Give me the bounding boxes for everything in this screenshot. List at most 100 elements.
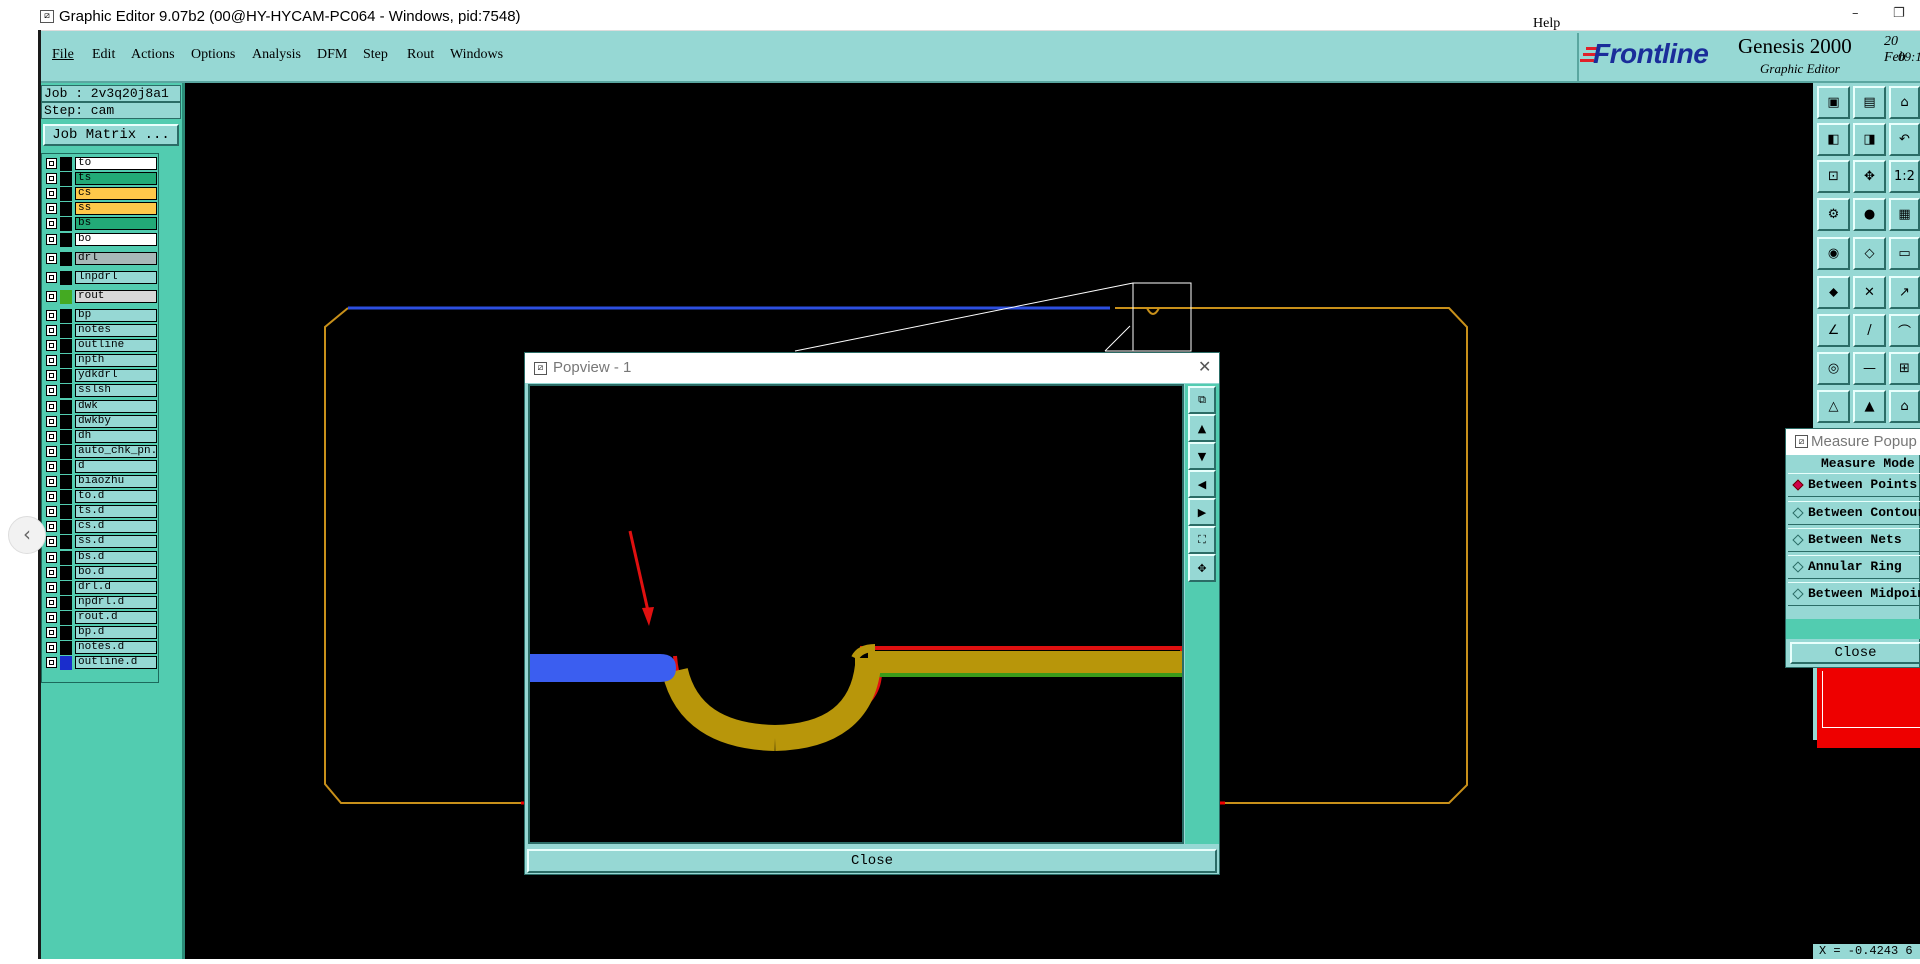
layer-checkbox[interactable] — [46, 325, 57, 336]
delete-icon[interactable]: ✕ — [1853, 276, 1886, 309]
settings-icon[interactable]: ⚙ — [1817, 198, 1850, 231]
measure-option-annular-ring[interactable]: Annular Ring — [1788, 555, 1920, 579]
layer-color-swatch[interactable] — [60, 324, 72, 338]
layer-row[interactable]: ts.d — [46, 505, 161, 520]
layer-color-swatch[interactable] — [60, 505, 72, 520]
layer-name[interactable]: biaozhu — [75, 475, 157, 488]
line-icon[interactable]: / — [1853, 314, 1886, 347]
chevron-left-icon[interactable]: ‹ — [8, 516, 46, 554]
layer-checkbox[interactable] — [46, 536, 57, 548]
fit-icon[interactable]: ⊡ — [1817, 160, 1850, 193]
pan-left-icon[interactable]: ◀ — [1188, 470, 1216, 498]
layer-color-swatch[interactable] — [60, 251, 72, 266]
layer-name[interactable]: drl.d — [75, 580, 157, 594]
zoom-in-icon[interactable]: ◧ — [1817, 123, 1850, 156]
layer-name[interactable]: cs — [75, 187, 157, 201]
popview-close-button[interactable]: Close — [527, 849, 1217, 873]
layer-color-swatch[interactable] — [60, 550, 72, 565]
menu-file[interactable]: File — [52, 47, 74, 63]
layer-color-swatch[interactable] — [60, 414, 72, 429]
layer-color-swatch[interactable] — [60, 384, 72, 399]
layer-checkbox[interactable] — [46, 657, 57, 669]
layer-row[interactable]: bo.d — [46, 565, 161, 580]
layer-name[interactable]: ss.d — [75, 535, 157, 549]
layer-name[interactable]: dwkby — [75, 414, 157, 428]
layer-row[interactable]: drl — [46, 251, 161, 266]
layer-checkbox[interactable] — [46, 385, 57, 397]
layer-checkbox[interactable] — [46, 627, 57, 638]
layer-checkbox[interactable] — [46, 203, 57, 215]
one-to-one-icon[interactable]: 1:2 — [1889, 160, 1920, 193]
layer-row[interactable]: bp — [46, 308, 161, 323]
layer-row[interactable]: npth — [46, 354, 161, 369]
layer-color-swatch[interactable] — [60, 399, 72, 414]
menu-step[interactable]: Step — [363, 47, 388, 63]
layer-name[interactable]: to.d — [75, 490, 157, 504]
menu-analysis[interactable]: Analysis — [252, 47, 301, 63]
layer-name[interactable]: bp — [75, 308, 157, 322]
layer-row[interactable]: rout — [46, 289, 161, 304]
layer-checkbox[interactable] — [46, 596, 57, 608]
angle-icon[interactable]: ∠ — [1817, 314, 1850, 347]
popview-canvas[interactable] — [528, 384, 1184, 844]
layer-checkbox[interactable] — [46, 290, 57, 302]
layer-row[interactable]: to.d — [46, 490, 161, 505]
layer-row[interactable]: ydkdrl — [46, 369, 161, 384]
layer-row[interactable]: ss — [46, 202, 161, 217]
layer-name[interactable]: ydkdrl — [75, 369, 157, 383]
layer-color-swatch[interactable] — [60, 172, 72, 187]
arch-icon[interactable]: ⌂ — [1889, 390, 1920, 423]
shape-icon[interactable]: ◇ — [1853, 237, 1886, 270]
layer-color-swatch[interactable] — [60, 289, 72, 304]
layer-name[interactable]: bo — [75, 232, 157, 246]
layer-row[interactable]: dwkby — [46, 414, 161, 429]
layer-row[interactable]: bo — [46, 232, 161, 247]
layer-row[interactable]: bp.d — [46, 626, 161, 640]
layer-grid-icon[interactable]: ▦ — [1889, 198, 1920, 231]
layer-color-swatch[interactable] — [60, 595, 72, 610]
layer-checkbox[interactable] — [46, 309, 57, 321]
layer-color-swatch[interactable] — [60, 520, 72, 535]
layer-row[interactable]: to — [46, 157, 161, 171]
layer-color-swatch[interactable] — [60, 656, 72, 671]
layer-checkbox[interactable] — [46, 400, 57, 412]
layer-name[interactable]: outline.d — [75, 656, 157, 670]
zoom-out-icon[interactable]: ◨ — [1853, 123, 1886, 156]
layer-checkbox[interactable] — [46, 491, 57, 503]
layer-row[interactable]: auto_chk_pn. — [46, 444, 161, 459]
menu-dfm[interactable]: DFM — [317, 47, 347, 63]
layer-checkbox[interactable] — [46, 566, 57, 578]
arc-icon[interactable]: ⌒ — [1889, 314, 1920, 347]
job-matrix-button[interactable]: Job Matrix ... — [43, 124, 179, 146]
layer-name[interactable]: npth — [75, 354, 157, 368]
fill-icon[interactable]: ▲ — [1853, 390, 1886, 423]
popview-close-icon[interactable]: ✕ — [1198, 357, 1211, 376]
open-icon[interactable]: ▣ — [1817, 86, 1850, 119]
menu-help[interactable]: Help — [1533, 16, 1560, 32]
zoom-out-icon[interactable]: ▼ — [1188, 442, 1216, 470]
layer-name[interactable]: drl — [75, 251, 157, 265]
minimize-button[interactable]: – — [1852, 6, 1859, 21]
layer-color-swatch[interactable] — [60, 187, 72, 202]
layer-color-swatch[interactable] — [60, 565, 72, 580]
layer-name[interactable]: bs — [75, 217, 157, 231]
layer-color-swatch[interactable] — [60, 232, 72, 247]
layer-name[interactable]: ss — [75, 202, 157, 216]
home-icon[interactable]: ⌂ — [1889, 86, 1920, 119]
layer-row[interactable]: lnpdrl — [46, 270, 161, 285]
layer-name[interactable]: dh — [75, 429, 157, 443]
menu-actions[interactable]: Actions — [131, 47, 175, 63]
restore-button[interactable]: ❐ — [1893, 6, 1905, 21]
layer-row[interactable]: notes.d — [46, 641, 161, 656]
layer-row[interactable]: rout.d — [46, 610, 161, 625]
layer-name[interactable]: rout.d — [75, 610, 157, 624]
layer-row[interactable]: biaozhu — [46, 475, 161, 489]
layer-color-swatch[interactable] — [60, 202, 72, 217]
layer-name[interactable]: bs.d — [75, 550, 157, 564]
triangle-icon[interactable]: △ — [1817, 390, 1850, 423]
layer-color-swatch[interactable] — [60, 339, 72, 354]
layer-row[interactable]: cs.d — [46, 520, 161, 535]
layer-row[interactable]: d — [46, 459, 161, 474]
layer-color-swatch[interactable] — [60, 157, 72, 171]
layer-checkbox[interactable] — [46, 445, 57, 457]
